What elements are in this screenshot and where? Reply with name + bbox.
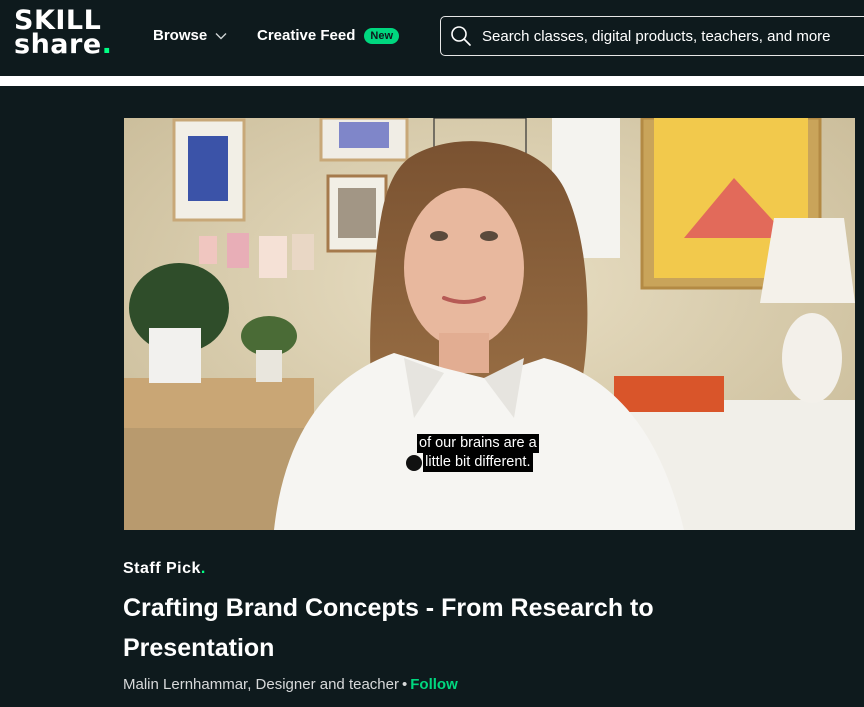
skillshare-logo[interactable]: SKILL share.: [14, 7, 113, 60]
bullet-separator: •: [401, 676, 408, 693]
staff-pick-dot: .: [200, 560, 206, 577]
video-player[interactable]: of our brains are a little bit different…: [124, 118, 855, 530]
teacher-name[interactable]: Malin Lernhammar, Designer and teacher: [123, 676, 399, 693]
teacher-byline: Malin Lernhammar, Designer and teacher • F…: [123, 676, 458, 693]
logo-line-2: share: [14, 29, 102, 60]
subtitle-line-1: of our brains are a: [417, 434, 539, 453]
staff-pick-text: Staff Pick: [123, 560, 201, 577]
search-placeholder: Search classes, digital products, teache…: [482, 27, 831, 45]
top-navigation-bar: SKILL share. Browse Creative Feed New Se…: [0, 0, 864, 76]
follow-button[interactable]: Follow: [410, 676, 458, 693]
browse-label: Browse: [153, 27, 208, 44]
new-badge: New: [364, 27, 400, 44]
staff-pick-label: Staff Pick.: [123, 560, 206, 578]
creative-feed-label: Creative Feed: [257, 27, 356, 44]
video-subtitles: of our brains are a little bit different…: [417, 434, 539, 472]
search-input[interactable]: Search classes, digital products, teache…: [440, 16, 864, 56]
search-icon: [451, 26, 471, 46]
browse-menu-button[interactable]: Browse: [153, 27, 227, 44]
logo-dot: .: [101, 29, 113, 60]
subtitle-line-2: little bit different.: [423, 453, 533, 472]
chevron-down-icon: [215, 33, 227, 40]
class-title: Crafting Brand Concepts - From Research …: [123, 594, 654, 662]
header-divider: [0, 76, 864, 86]
creative-feed-link[interactable]: Creative Feed New: [257, 27, 400, 44]
